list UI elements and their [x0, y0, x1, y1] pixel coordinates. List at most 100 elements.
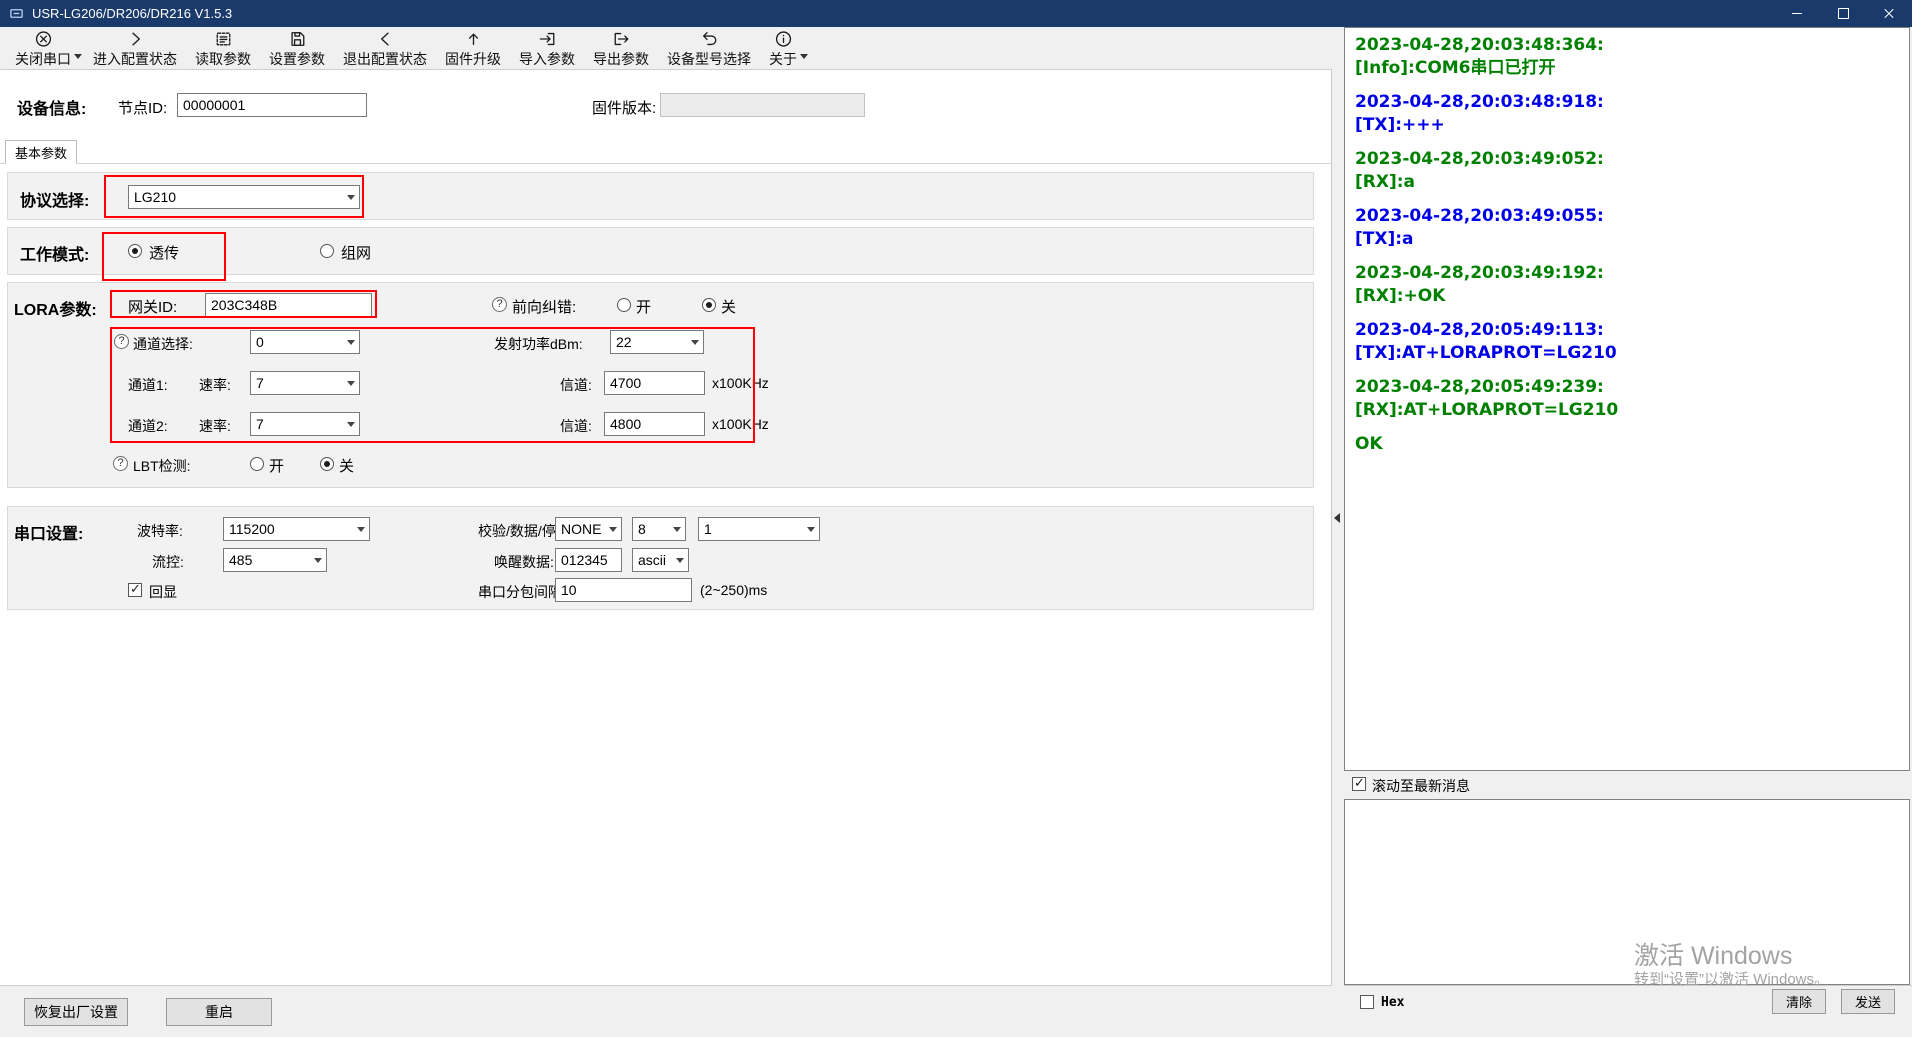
log-time: 2023-04-28,20:03:48:918:	[1355, 91, 1899, 114]
toolbar-enter-config[interactable]: 进入配置状态	[84, 27, 186, 69]
node-id-input[interactable]	[177, 93, 367, 117]
firmware-version-input	[660, 93, 865, 117]
baud-label: 波特率:	[137, 521, 183, 541]
echo-label: 回显	[149, 582, 177, 602]
splitter[interactable]	[1332, 27, 1344, 1037]
help-icon[interactable]	[113, 456, 128, 471]
toolbar-label: 导入参数	[519, 49, 575, 69]
chevron-down-icon	[604, 518, 621, 540]
chevron-down-icon	[342, 331, 359, 353]
import-params-icon	[537, 29, 558, 49]
tx-power-value: 22	[611, 334, 686, 350]
channel-select-label: 通道选择:	[133, 334, 193, 354]
channel-select-combo[interactable]: 0	[250, 330, 360, 354]
flow-control-label: 流控:	[152, 552, 184, 572]
toolbar-read-params[interactable]: 读取参数	[186, 27, 260, 69]
gateway-id-input[interactable]	[205, 293, 372, 317]
radio-transparent-mode[interactable]	[128, 244, 142, 258]
work-mode-panel	[7, 227, 1314, 275]
gateway-id-label: 网关ID:	[128, 296, 177, 317]
log-entry: 2023-04-28,20:03:49:052: [RX]:a	[1355, 148, 1899, 194]
maximize-button[interactable]	[1820, 0, 1866, 27]
databits-value: 8	[633, 521, 668, 537]
lbt-on-label: 开	[269, 455, 284, 476]
toolbar-label: 退出配置状态	[343, 49, 427, 69]
toolbar-firmware-upgrade[interactable]: 固件升级	[436, 27, 510, 69]
log-output[interactable]: 2023-04-28,20:03:48:364: [Info]:COM6串口已打…	[1344, 27, 1910, 771]
log-message: [TX]:AT+LORAPROT=LG210	[1355, 342, 1899, 365]
channel1-rate-combo[interactable]: 7	[250, 371, 360, 395]
channel2-rate-combo[interactable]: 7	[250, 412, 360, 436]
clear-button[interactable]: 清除	[1772, 989, 1826, 1014]
toolbar-exit-config[interactable]: 退出配置状态	[334, 27, 436, 69]
radio-network-mode[interactable]	[320, 244, 334, 258]
hex-checkbox[interactable]	[1360, 995, 1374, 1009]
log-entry: 2023-04-28,20:03:49:055: [TX]:a	[1355, 205, 1899, 251]
toolbar-close-serial[interactable]: 关闭串口	[6, 27, 80, 69]
restart-button[interactable]: 重启	[166, 998, 272, 1026]
tx-power-combo[interactable]: 22	[610, 330, 704, 354]
device-model-icon	[699, 29, 720, 49]
work-mode-section-label: 工作模式:	[20, 241, 89, 265]
tab-basic-params[interactable]: 基本参数	[5, 140, 77, 164]
help-icon[interactable]	[114, 334, 129, 349]
radio-fec-off[interactable]	[702, 298, 716, 312]
lora-section-label: LORA参数:	[14, 296, 97, 320]
flow-control-value: 485	[224, 552, 309, 568]
enter-config-icon	[125, 29, 146, 49]
wake-data-input[interactable]	[555, 548, 622, 572]
channel2-rate-value: 7	[251, 416, 342, 432]
toolbar-import-params[interactable]: 导入参数	[510, 27, 584, 69]
bottom-bar: 恢复出厂设置 重启 Hex 清除 发送	[0, 985, 1912, 1037]
log-message: [TX]:a	[1355, 228, 1899, 251]
serial-section-label: 串口设置:	[14, 520, 83, 544]
parity-combo[interactable]: NONE	[555, 517, 622, 541]
chevron-down-icon	[342, 372, 359, 394]
radio-lbt-off[interactable]	[320, 457, 334, 471]
firmware-version-label: 固件版本:	[592, 97, 656, 118]
toolbar-device-model-select[interactable]: 设备型号选择	[658, 27, 760, 69]
radio-fec-on[interactable]	[617, 298, 631, 312]
log-entry: 2023-04-28,20:03:48:364: [Info]:COM6串口已打…	[1355, 34, 1899, 80]
channel-unit-label: x100KHz	[712, 375, 769, 391]
baud-value: 115200	[224, 521, 352, 537]
rate-label: 速率:	[199, 416, 231, 436]
send-input-area[interactable]	[1344, 799, 1910, 985]
baud-combo[interactable]: 115200	[223, 517, 370, 541]
wake-encoding-combo[interactable]: ascii	[632, 548, 689, 572]
channel2-freq-input[interactable]	[604, 412, 705, 436]
toolbar-set-params[interactable]: 设置参数	[260, 27, 334, 69]
collapse-left-icon[interactable]	[1334, 513, 1340, 523]
log-time: 2023-04-28,20:03:49:192:	[1355, 262, 1899, 285]
databits-combo[interactable]: 8	[632, 517, 686, 541]
channel1-freq-input[interactable]	[604, 371, 705, 395]
close-button[interactable]	[1866, 0, 1912, 27]
log-time: 2023-04-28,20:05:49:113:	[1355, 319, 1899, 342]
stopbits-combo[interactable]: 1	[698, 517, 820, 541]
rate-label: 速率:	[199, 375, 231, 395]
chevron-down-icon[interactable]	[74, 54, 82, 59]
radio-lbt-on[interactable]	[250, 457, 264, 471]
send-button[interactable]: 发送	[1841, 989, 1895, 1014]
channel1-rate-value: 7	[251, 375, 342, 391]
protocol-select[interactable]: LG210	[128, 185, 360, 209]
factory-reset-button[interactable]: 恢复出厂设置	[24, 998, 128, 1026]
log-entry: 2023-04-28,20:05:49:239: [RX]:AT+LORAPRO…	[1355, 376, 1899, 422]
scroll-latest-label: 滚动至最新消息	[1372, 776, 1470, 796]
log-message: [RX]:a	[1355, 171, 1899, 194]
echo-checkbox[interactable]	[128, 583, 142, 597]
device-info-label: 设备信息:	[17, 95, 86, 119]
toolbar-about[interactable]: 关于	[760, 27, 806, 69]
toolbar: 关闭串口 进入配置状态 读取参数 设置参数 退出配置状态 固件升级	[0, 27, 1332, 70]
wake-encoding-value: ascii	[633, 552, 671, 568]
protocol-value: LG210	[129, 189, 342, 205]
window-controls	[1774, 0, 1912, 27]
scroll-latest-checkbox[interactable]	[1352, 777, 1366, 791]
minimize-button[interactable]	[1774, 0, 1820, 27]
help-icon[interactable]	[492, 297, 507, 312]
chevron-down-icon[interactable]	[800, 54, 808, 59]
channel1-label: 通道1:	[128, 375, 168, 395]
flow-control-combo[interactable]: 485	[223, 548, 327, 572]
packet-interval-input[interactable]	[555, 578, 692, 602]
toolbar-export-params[interactable]: 导出参数	[584, 27, 658, 69]
